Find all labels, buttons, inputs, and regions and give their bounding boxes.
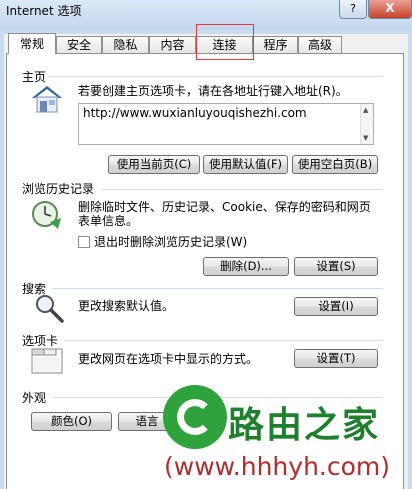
window-title: Internet 选项: [6, 4, 82, 18]
watermark-logo-icon: [163, 385, 227, 449]
search-description: 更改搜索默认值。: [78, 299, 175, 313]
history-divider: [102, 189, 383, 190]
watermark-logo-inner: [177, 399, 213, 435]
help-button[interactable]: ?: [339, 0, 367, 19]
homepage-description: 若要创建主页选项卡，请在各地址行键入地址(R)。: [78, 84, 348, 98]
tab-security[interactable]: 安全: [56, 36, 102, 53]
tabs-divider: [64, 340, 383, 341]
appearance-section-label: 外观: [22, 389, 47, 406]
scroll-up-arrow-icon[interactable]: ▲: [363, 106, 368, 114]
tabs-settings-button[interactable]: 设置(T): [294, 349, 378, 368]
history-description-line1: 删除临时文件、历史记录、Cookie、保存的密码和网页: [78, 200, 371, 214]
use-default-button[interactable]: 使用默认值(F): [203, 155, 288, 174]
tab-privacy[interactable]: 隐私: [102, 36, 149, 53]
colors-button[interactable]: 颜色(O): [31, 412, 112, 431]
title-bar: Internet 选项 ? X: [0, 0, 412, 30]
search-settings-button[interactable]: 设置(I): [294, 297, 378, 316]
history-description-line2: 表单信息。: [78, 214, 139, 228]
tab-content[interactable]: 内容: [149, 36, 196, 53]
use-blank-button[interactable]: 使用空白页(B): [292, 155, 378, 174]
search-magnifier-icon: [36, 295, 64, 323]
close-button[interactable]: X: [368, 0, 412, 19]
history-settings-button[interactable]: 设置(S): [294, 257, 378, 276]
homepage-url-value: http://www.wuxianluyouqishezhi.com: [83, 106, 307, 120]
history-clock-icon: [32, 201, 61, 229]
watermark-url: (www.hhhyh.com): [164, 452, 391, 481]
tab-programs[interactable]: 程序: [253, 36, 298, 53]
tab-general[interactable]: 常规: [8, 33, 56, 54]
tabs-description: 更改网页在选项卡中显示的方式。: [78, 352, 259, 366]
homepage-url-textarea[interactable]: http://www.wuxianluyouqishezhi.com ▲ ▼: [78, 103, 374, 145]
delete-history-button[interactable]: 删除(D)...: [203, 257, 289, 276]
history-section-label: 浏览历史记录: [22, 180, 95, 197]
search-divider: [52, 288, 383, 289]
house-icon: [32, 86, 62, 113]
homepage-section-label: 主页: [22, 68, 47, 85]
homepage-divider: [48, 76, 383, 77]
use-current-button[interactable]: 使用当前页(C): [108, 155, 200, 174]
scroll-down-arrow-icon[interactable]: ▼: [363, 134, 368, 142]
tabbed-window-icon: [31, 348, 63, 374]
delete-on-exit-checkbox[interactable]: [78, 236, 90, 248]
url-scrollbar[interactable]: ▲ ▼: [360, 104, 373, 144]
tab-connections[interactable]: 连接: [196, 36, 253, 53]
watermark-title: 路由之家: [228, 405, 381, 446]
delete-on-exit-label[interactable]: 退出时删除浏览历史记录(W): [94, 235, 247, 249]
tab-advanced[interactable]: 高级: [298, 36, 342, 53]
